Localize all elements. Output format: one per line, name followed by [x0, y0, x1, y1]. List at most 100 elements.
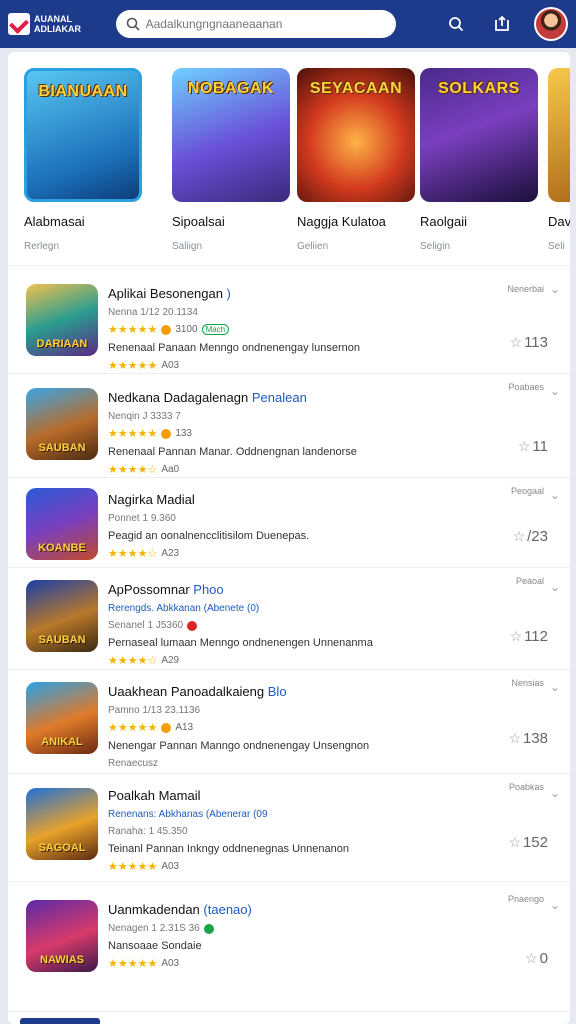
rating-score: ☆ 138	[508, 730, 548, 747]
star-icon: ☆	[509, 628, 523, 644]
app-tag: )	[226, 286, 231, 301]
star-rating: ★★★★★ 133	[108, 428, 192, 440]
search-icon	[126, 17, 140, 31]
list-item[interactable]: KOANBE Nagirka Madial Ponnet 1 9.360 Pea…	[8, 478, 570, 568]
app-icon[interactable]: SAGOAL	[26, 788, 98, 860]
app-logo[interactable]: AUANAL ADLIAKAR	[8, 13, 102, 35]
chevron-down-icon[interactable]: ⌄	[550, 384, 560, 398]
app-version: Ponnet 1 9.360	[108, 513, 176, 524]
top-bar: AUANAL ADLIAKAR	[0, 0, 576, 48]
app-description: Teinanl Pannan Inkngy oddnenegnas Unnena…	[108, 843, 349, 855]
featured-item[interactable]: Dav Seli	[548, 68, 570, 252]
app-developer: Rerengds. Abkkanan (Abenete (0)	[108, 603, 260, 614]
app-title[interactable]: Poalkah Mamail	[108, 788, 500, 803]
app-icon[interactable]: ANIKAL	[26, 682, 98, 754]
featured-thumb-title: NOBAGAK	[187, 80, 275, 97]
status-dot	[187, 620, 198, 631]
featured-item[interactable]: BIANUAAN Alabmasai Rerlegn	[24, 68, 142, 252]
featured-name: Naggja Kulatoa	[297, 214, 386, 229]
featured-item[interactable]: SOLKARS Raolgaii Seligin	[420, 68, 538, 252]
search-input[interactable]	[145, 17, 376, 31]
app-icon-text: SAUBAN	[38, 442, 86, 454]
review-count: A29	[161, 655, 180, 666]
app-icon-text: SAUBAN	[38, 634, 86, 646]
app-title[interactable]: Nedkana Dadagalenagn Penalean	[108, 390, 500, 405]
featured-thumb-title: SEYACAAN	[309, 80, 403, 97]
featured-thumbnail[interactable]: BIANUAAN	[24, 68, 142, 202]
chevron-down-icon[interactable]: ⌄	[550, 786, 560, 800]
chevron-down-icon[interactable]: ⌄	[550, 898, 560, 912]
app-description: Renenaal Pannan Manar. Oddnengnan landen…	[108, 446, 357, 458]
featured-thumbnail[interactable]: SOLKARS	[420, 68, 538, 202]
list-item[interactable]: SAUBAN ApPossomnar Phoo Rerengds. Abkkan…	[8, 568, 570, 670]
app-meta: Peogaal	[510, 486, 544, 496]
app-icon[interactable]: SAUBAN	[26, 580, 98, 652]
app-meta: Nenerbai	[507, 284, 544, 294]
search-icon	[449, 17, 464, 32]
star-icon: ☆	[525, 950, 538, 966]
user-avatar[interactable]	[534, 7, 568, 41]
featured-item[interactable]: NOBAGAK Sipoalsai Saliign	[172, 68, 290, 252]
app-icon-text: NAWIAS	[40, 954, 84, 966]
app-title[interactable]: Uaakhean Panoadalkaieng Blo	[108, 684, 500, 699]
featured-name: Sipoalsai	[172, 214, 225, 229]
app-meta: Pnaengo	[507, 894, 544, 904]
chevron-down-icon[interactable]: ⌄	[550, 488, 560, 502]
featured-thumbnail[interactable]	[548, 68, 570, 202]
app-description: Nenengar Pannan Manngo ondnenengay Unsen…	[108, 740, 370, 752]
list-item[interactable]: ANIKAL Uaakhean Panoadalkaieng Blo Pamno…	[8, 670, 570, 774]
featured-category: Rerlegn	[24, 241, 60, 252]
app-version: Nenqin J 3333 7	[108, 411, 181, 422]
app-description: Renenaal Panaan Menngo ondnenengay lunse…	[108, 342, 360, 354]
app-title[interactable]: Uanmkadendan (taenao)	[108, 902, 500, 917]
app-icon[interactable]: DARIAAN	[26, 284, 98, 356]
app-title[interactable]: ApPossomnar Phoo	[108, 582, 500, 597]
featured-thumb-title: BIANUAAN	[38, 83, 128, 100]
app-icon[interactable]: KOANBE	[26, 488, 98, 560]
featured-carousel[interactable]: BIANUAAN Alabmasai Rerlegn NOBAGAK Sipoa…	[8, 52, 570, 266]
app-version: Senanel 1 J5360	[108, 620, 500, 631]
chevron-down-icon[interactable]: ⌄	[550, 282, 560, 296]
app-meta: Poabaes	[508, 382, 544, 392]
star-rating: ★★★★★ A03	[108, 958, 180, 970]
chevron-down-icon[interactable]: ⌄	[550, 680, 560, 694]
list-item[interactable]: SAUBAN Nedkana Dadagalenagn Penalean Nen…	[8, 374, 570, 478]
status-dot	[161, 722, 172, 733]
search-bar[interactable]	[115, 10, 397, 38]
star-rating: ★★★★★ A13	[108, 722, 194, 734]
app-description: Pernaseal lumaan Menngo ondnenengen Unne…	[108, 637, 373, 649]
header-search-button[interactable]	[442, 10, 470, 38]
rating-count: 3100	[175, 324, 198, 335]
rating-score: ☆ 11	[517, 438, 548, 455]
app-developer: Renenans: Abkhanas (Abenerar (09	[108, 809, 268, 820]
star-rating: ★★★★★ 3100 Mach	[108, 323, 500, 336]
featured-category: Geliien	[297, 241, 329, 252]
rating-score: ☆ 113	[509, 334, 548, 351]
featured-item[interactable]: SEYACAAN Naggja Kulatoa Geliien	[297, 68, 415, 252]
featured-thumbnail[interactable]: SEYACAAN	[297, 68, 415, 202]
featured-thumbnail[interactable]: NOBAGAK	[172, 68, 290, 202]
app-icon-text: KOANBE	[38, 542, 86, 554]
app-description: Nansoaae Sondaie	[108, 940, 202, 952]
app-description: Peagid an oonalnencclitisilom Duenepas.	[108, 530, 310, 542]
app-icon[interactable]: SAUBAN	[26, 388, 98, 460]
featured-name: Alabmasai	[24, 214, 85, 229]
review-count: A03	[161, 360, 180, 371]
app-icon-text: ANIKAL	[41, 736, 83, 748]
status-dot	[161, 428, 172, 439]
app-icon[interactable]: NAWIAS	[26, 900, 98, 972]
app-title[interactable]: Nagirka Madial	[108, 492, 500, 507]
list-item[interactable]: DARIAAN Aplikai Besonengan ) Nenna 1/12 …	[8, 266, 570, 374]
app-version: Nenna 1/12 20.1134	[108, 307, 198, 318]
chevron-down-icon[interactable]: ⌄	[550, 580, 560, 594]
rating-score: ☆/23	[512, 528, 548, 545]
list-item[interactable]: SAGOAL Poalkah Mamail Renenans: Abkhanas…	[8, 774, 570, 882]
review-count: A23	[161, 548, 180, 559]
app-title[interactable]: Aplikai Besonengan )	[108, 286, 500, 301]
star-icon: ☆	[509, 334, 523, 350]
upload-button[interactable]	[488, 10, 516, 38]
app-tag: (taenao)	[203, 902, 252, 917]
scroll-indicator[interactable]	[20, 1018, 100, 1024]
app-version: Pamno 1/13 23.1136	[108, 705, 201, 716]
list-item[interactable]: NAWIAS Uanmkadendan (taenao) Nenagen 1 2…	[8, 882, 570, 1012]
